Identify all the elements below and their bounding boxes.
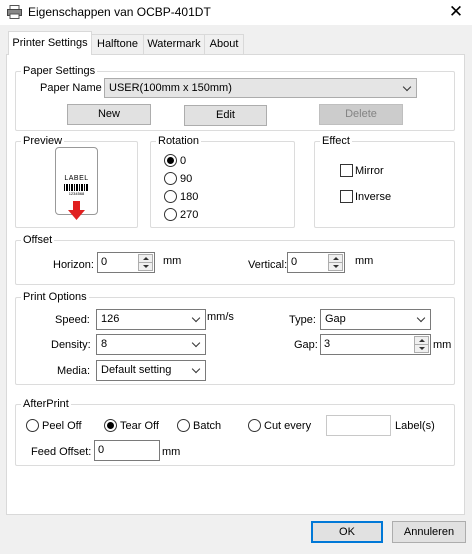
rotation-90-radio[interactable] <box>164 172 177 185</box>
vertical-spinner[interactable]: 0 <box>287 252 345 273</box>
close-icon[interactable]: ✕ <box>445 2 467 22</box>
effect-legend: Effect <box>320 135 352 148</box>
tab-about[interactable]: About <box>204 34 244 54</box>
rotation-180-label: 180 <box>180 191 199 203</box>
density-value: 8 <box>101 338 108 350</box>
batch-radio[interactable] <box>177 419 190 432</box>
density-label: Density: <box>51 339 91 351</box>
rotation-270-label: 270 <box>180 209 199 221</box>
gap-spinner[interactable]: 3 <box>320 334 431 355</box>
inverse-checkbox[interactable] <box>340 190 353 203</box>
offset-legend: Offset <box>21 234 55 247</box>
type-select[interactable]: Gap <box>320 309 431 330</box>
window-title: Eigenschappen van OCBP-401DT <box>28 5 211 19</box>
tab-printer-settings[interactable]: Printer Settings <box>8 31 92 55</box>
gap-label: Gap: <box>294 339 318 351</box>
delete-button[interactable]: Delete <box>319 104 403 125</box>
rotation-0-radio[interactable] <box>164 154 177 167</box>
label-preview-text: LABEL <box>64 175 89 182</box>
batch-label: Batch <box>193 420 222 432</box>
printer-icon <box>7 5 22 19</box>
rotation-0-label: 0 <box>180 155 187 167</box>
type-label: Type: <box>289 314 316 326</box>
peel-off-radio[interactable] <box>26 419 39 432</box>
rotation-270-radio[interactable] <box>164 208 177 221</box>
paper-settings-legend: Paper Settings <box>21 65 98 78</box>
type-value: Gap <box>325 313 346 325</box>
ok-button[interactable]: OK <box>311 521 383 543</box>
media-label: Media: <box>57 365 91 377</box>
mirror-label: Mirror <box>355 165 384 177</box>
chevron-down-icon <box>191 313 201 323</box>
effect-group <box>314 141 455 228</box>
barcode-graphic <box>64 184 89 191</box>
spin-down-icon[interactable] <box>414 344 429 353</box>
gap-unit: mm <box>433 339 452 351</box>
cancel-button[interactable]: Annuleren <box>392 521 466 543</box>
tear-off-radio[interactable] <box>104 419 117 432</box>
rotation-legend: Rotation <box>156 135 201 148</box>
cut-every-input[interactable] <box>326 415 391 436</box>
horizon-spinner[interactable]: 0 <box>97 252 155 273</box>
chevron-down-icon <box>402 82 412 92</box>
horizon-unit: mm <box>163 255 182 267</box>
spin-down-icon[interactable] <box>138 262 153 271</box>
density-select[interactable]: 8 <box>96 334 206 355</box>
paper-name-select[interactable]: USER(100mm x 150mm) <box>104 78 417 98</box>
tab-watermark[interactable]: Watermark <box>143 34 205 54</box>
vertical-unit: mm <box>355 255 374 267</box>
speed-value: 126 <box>101 313 120 325</box>
new-button[interactable]: New <box>67 104 151 125</box>
vertical-value: 0 <box>291 256 298 268</box>
speed-select[interactable]: 126 <box>96 309 206 330</box>
cut-every-radio[interactable] <box>248 419 261 432</box>
tear-off-label: Tear Off <box>120 420 159 432</box>
horizon-value: 0 <box>101 256 108 268</box>
chevron-down-icon <box>191 364 201 374</box>
tab-halftone[interactable]: Halftone <box>91 34 144 54</box>
edit-button[interactable]: Edit <box>184 105 267 126</box>
spin-down-icon[interactable] <box>328 262 343 271</box>
paper-name-value: USER(100mm x 150mm) <box>109 82 232 94</box>
mirror-checkbox[interactable] <box>340 164 353 177</box>
speed-unit: mm/s <box>207 311 234 323</box>
rotation-180-radio[interactable] <box>164 190 177 203</box>
afterprint-legend: AfterPrint <box>21 398 71 411</box>
media-select[interactable]: Default setting <box>96 360 206 381</box>
chevron-down-icon <box>416 313 426 323</box>
arrow-down-icon <box>68 201 85 220</box>
cut-every-label: Cut every <box>264 420 312 432</box>
chevron-down-icon <box>191 338 201 348</box>
feed-offset-unit: mm <box>162 446 181 458</box>
print-options-legend: Print Options <box>21 291 89 304</box>
media-value: Default setting <box>101 364 172 376</box>
horizon-label: Horizon: <box>53 259 94 271</box>
speed-label: Speed: <box>55 314 90 326</box>
paper-name-label: Paper Name <box>40 82 102 94</box>
feed-offset-input[interactable]: 0 <box>94 440 160 461</box>
gap-value: 3 <box>324 338 331 350</box>
peel-off-label: Peel Off <box>42 420 82 432</box>
feed-offset-label: Feed Offset: <box>31 446 92 458</box>
feed-offset-value: 0 <box>98 444 105 456</box>
vertical-label: Vertical: <box>248 259 288 271</box>
inverse-label: Inverse <box>355 191 392 203</box>
barcode-number: 1234568 <box>68 191 85 196</box>
rotation-90-label: 90 <box>180 173 193 185</box>
labels-suffix: Label(s) <box>395 420 435 432</box>
